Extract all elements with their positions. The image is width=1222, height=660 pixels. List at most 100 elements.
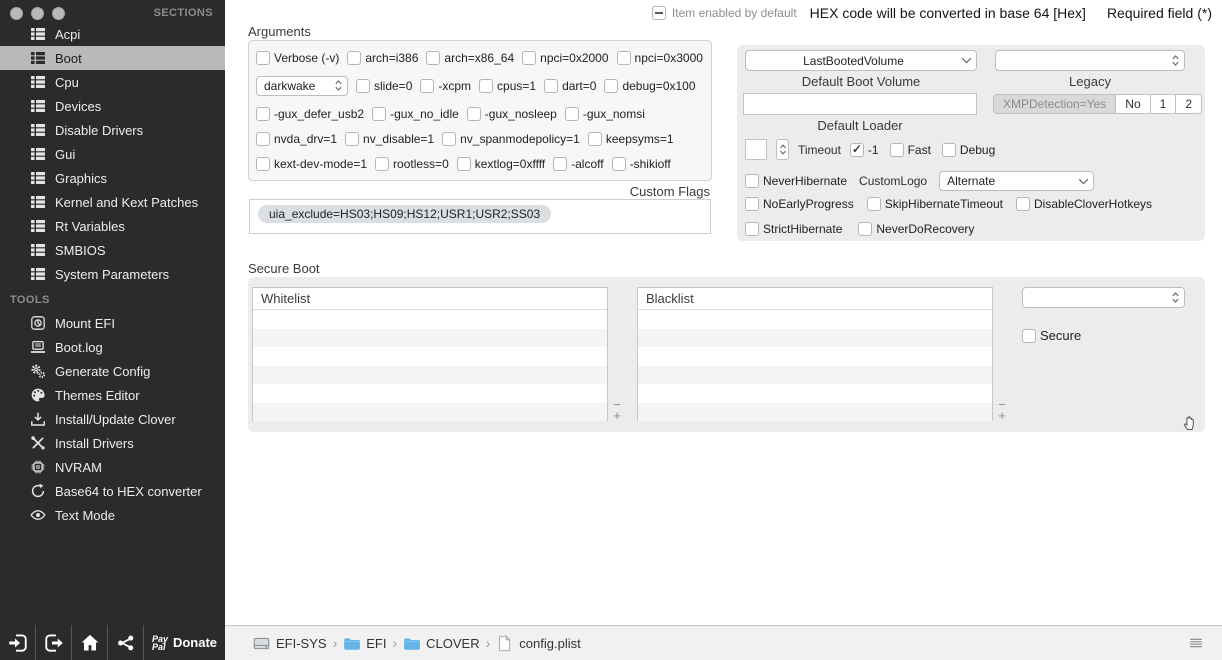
checkbox-kextlog-0xffff[interactable]: kextlog=0xffff bbox=[456, 156, 545, 171]
table-row[interactable] bbox=[253, 347, 607, 366]
checkbox-arch-i386[interactable]: arch=i386 bbox=[347, 50, 418, 65]
tool-item-install-drivers[interactable]: Install Drivers bbox=[0, 431, 225, 455]
home-button[interactable] bbox=[72, 625, 108, 660]
minimize-window-button[interactable] bbox=[31, 7, 44, 20]
custom-flags-field[interactable]: uia_exclude=HS03;HS09;HS12;USR1;USR2;SS0… bbox=[249, 199, 711, 234]
share-button[interactable] bbox=[108, 625, 144, 660]
tool-item-themes-editor[interactable]: Themes Editor bbox=[0, 383, 225, 407]
tools-header: TOOLS bbox=[10, 294, 50, 306]
blacklist-table[interactable]: Blacklist bbox=[637, 287, 993, 421]
sidebar-item-gui[interactable]: Gui bbox=[0, 142, 225, 166]
checkbox-gux-nosleep[interactable]: -gux_nosleep bbox=[466, 106, 557, 121]
checkbox-dart-0[interactable]: dart=0 bbox=[544, 78, 596, 93]
sidebar-item-rt-variables[interactable]: Rt Variables bbox=[0, 214, 225, 238]
checkbox-neverhibernate[interactable]: NeverHibernate bbox=[745, 174, 847, 188]
legacy-popup[interactable] bbox=[995, 50, 1185, 71]
table-row[interactable] bbox=[253, 384, 607, 403]
blacklist-add-button[interactable]: + bbox=[995, 409, 1009, 422]
xmp-segment-1[interactable]: 1 bbox=[1149, 95, 1176, 113]
sidebar-item-system-parameters[interactable]: System Parameters bbox=[0, 262, 225, 286]
table-row[interactable] bbox=[253, 328, 607, 347]
checkbox-debug[interactable]: Debug bbox=[941, 142, 995, 157]
default-loader-field[interactable] bbox=[743, 93, 977, 115]
breadcrumb-item-clover[interactable]: CLOVER bbox=[403, 635, 480, 652]
table-row[interactable] bbox=[253, 402, 607, 421]
timeout-field[interactable] bbox=[745, 139, 767, 160]
checkbox-neverdorecovery[interactable]: NeverDoRecovery bbox=[858, 222, 974, 236]
checkbox-verbose-v[interactable]: Verbose (-v) bbox=[256, 50, 339, 65]
table-row[interactable] bbox=[253, 365, 607, 384]
checkbox-rootless-0[interactable]: rootless=0 bbox=[375, 156, 449, 171]
import-config-button[interactable] bbox=[0, 625, 36, 660]
sidebar-item-kernel-and-kext-patches[interactable]: Kernel and Kext Patches bbox=[0, 190, 225, 214]
darkwake-popup[interactable]: darkwake bbox=[256, 75, 348, 96]
checkbox-skiphibernatetimeout[interactable]: SkipHibernateTimeout bbox=[866, 197, 1003, 211]
list-icon bbox=[30, 266, 46, 282]
checkbox-gux-nomsi[interactable]: -gux_nomsi bbox=[564, 106, 645, 121]
checkbox-noearlyprogress[interactable]: NoEarlyProgress bbox=[745, 197, 854, 211]
table-row[interactable] bbox=[638, 384, 992, 403]
close-window-button[interactable] bbox=[10, 7, 23, 20]
breadcrumb-item-config-plist[interactable]: config.plist bbox=[496, 634, 581, 652]
sidebar-item-boot[interactable]: Boot bbox=[0, 46, 225, 70]
checkbox-cpus-1[interactable]: cpus=1 bbox=[479, 78, 536, 93]
tool-item-nvram[interactable]: NVRAM bbox=[0, 455, 225, 479]
checkbox-slide-0[interactable]: slide=0 bbox=[356, 78, 412, 93]
checkbox-npci-0x3000[interactable]: npci=0x3000 bbox=[616, 50, 703, 65]
table-row[interactable] bbox=[253, 310, 607, 329]
whitelist-table[interactable]: Whitelist bbox=[252, 287, 608, 421]
timeout-stepper[interactable] bbox=[776, 139, 789, 160]
checkbox-kext-dev-mode-1[interactable]: kext-dev-mode=1 bbox=[256, 156, 367, 171]
checkbox-nv-spanmodepolicy-1[interactable]: nv_spanmodepolicy=1 bbox=[442, 131, 580, 146]
whitelist-add-button[interactable]: + bbox=[610, 409, 624, 422]
sidebar-item-devices[interactable]: Devices bbox=[0, 94, 225, 118]
breadcrumb-item-efi[interactable]: EFI bbox=[343, 635, 386, 652]
tool-item-generate-config[interactable]: Generate Config bbox=[0, 359, 225, 383]
xmp-segment-xmpdetection-yes[interactable]: XMPDetection=Yes bbox=[994, 95, 1116, 113]
table-row[interactable] bbox=[638, 365, 992, 384]
checkbox-nvda-drv-1[interactable]: nvda_drv=1 bbox=[256, 131, 337, 146]
sidebar-item-acpi[interactable]: Acpi bbox=[0, 22, 225, 46]
zoom-window-button[interactable] bbox=[52, 7, 65, 20]
checkbox-nv-disable-1[interactable]: nv_disable=1 bbox=[345, 131, 434, 146]
checkbox-keepsyms-1[interactable]: keepsyms=1 bbox=[587, 131, 674, 146]
tool-item-mount-efi[interactable]: Mount EFI bbox=[0, 311, 225, 335]
table-row[interactable] bbox=[638, 328, 992, 347]
checkbox-fast[interactable]: Fast bbox=[889, 142, 931, 157]
tool-item-boot-log[interactable]: Boot.log bbox=[0, 335, 225, 359]
sidebar-item-graphics[interactable]: Graphics bbox=[0, 166, 225, 190]
checkbox-1[interactable]: -1 bbox=[849, 142, 879, 157]
custom-flags-token[interactable]: uia_exclude=HS03;HS09;HS12;USR1;USR2;SS0… bbox=[258, 205, 552, 223]
donate-button[interactable]: Pay Pal Donate bbox=[144, 625, 225, 660]
checkbox-stricthibernate[interactable]: StrictHibernate bbox=[745, 222, 842, 236]
checkbox-secure[interactable]: Secure bbox=[1022, 328, 1081, 343]
table-row[interactable] bbox=[638, 347, 992, 366]
tool-item-base64-to-hex-converter[interactable]: Base64 to HEX converter bbox=[0, 479, 225, 503]
tool-item-install-update-clover[interactable]: Install/Update Clover bbox=[0, 407, 225, 431]
checkbox-arch-x86-64[interactable]: arch=x86_64 bbox=[426, 50, 514, 65]
sidebar-item-cpu[interactable]: Cpu bbox=[0, 70, 225, 94]
sidebar-item-smbios[interactable]: SMBIOS bbox=[0, 238, 225, 262]
xmp-segment-2[interactable]: 2 bbox=[1175, 95, 1201, 113]
checkbox-xcpm[interactable]: -xcpm bbox=[420, 78, 471, 93]
custom-logo-combo[interactable]: Alternate bbox=[939, 171, 1095, 191]
secure-boot-popup[interactable] bbox=[1022, 287, 1185, 308]
checkbox-gux-no-idle[interactable]: -gux_no_idle bbox=[372, 106, 459, 121]
checkbox-disablecloverhotkeys[interactable]: DisableCloverHotkeys bbox=[1015, 197, 1152, 211]
checkbox-gux-defer-usb2[interactable]: -gux_defer_usb2 bbox=[256, 106, 364, 121]
default-boot-volume-combo[interactable]: LastBootedVolume bbox=[745, 50, 977, 71]
item-enabled-checkbox[interactable] bbox=[651, 5, 666, 20]
checkbox-debug-0x100[interactable]: debug=0x100 bbox=[604, 78, 696, 93]
sidebar-item-disable-drivers[interactable]: Disable Drivers bbox=[0, 118, 225, 142]
table-row[interactable] bbox=[638, 310, 992, 329]
xmp-segment-no[interactable]: No bbox=[1115, 95, 1149, 113]
checkbox-npci-0x2000[interactable]: npci=0x2000 bbox=[522, 50, 609, 65]
breadcrumb-item-efi-sys[interactable]: EFI-SYS bbox=[253, 635, 327, 652]
export-config-button[interactable] bbox=[36, 625, 72, 660]
list-icon bbox=[30, 26, 46, 42]
checkbox-alcoff[interactable]: -alcoff bbox=[553, 156, 604, 171]
checkbox-shikioff[interactable]: -shikioff bbox=[611, 156, 671, 171]
table-row[interactable] bbox=[638, 402, 992, 421]
hamburger-menu-icon[interactable] bbox=[1188, 635, 1204, 651]
tool-item-text-mode[interactable]: Text Mode bbox=[0, 503, 225, 527]
